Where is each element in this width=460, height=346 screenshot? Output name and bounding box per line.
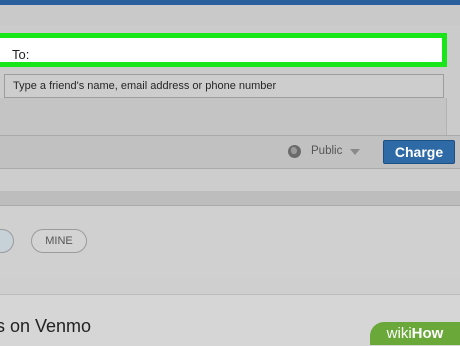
spacer [0, 169, 460, 191]
section-divider [0, 191, 460, 206]
chevron-down-icon[interactable] [350, 149, 360, 155]
globe-icon [288, 145, 301, 158]
privacy-label[interactable]: Public [311, 145, 342, 157]
wikihow-watermark: wikiHow [370, 322, 460, 345]
to-label: To: [12, 47, 30, 62]
to-field[interactable]: To: [0, 33, 447, 67]
filter-mine-button[interactable]: MINE [31, 229, 87, 253]
note-area[interactable] [0, 98, 447, 136]
charge-button[interactable]: Charge [383, 140, 455, 164]
feed-title: s on Venmo [0, 316, 92, 336]
recipient-hint: Type a friend's name, email address or p… [13, 80, 277, 92]
recipient-suggestion-box[interactable]: Type a friend's name, email address or p… [4, 74, 444, 98]
